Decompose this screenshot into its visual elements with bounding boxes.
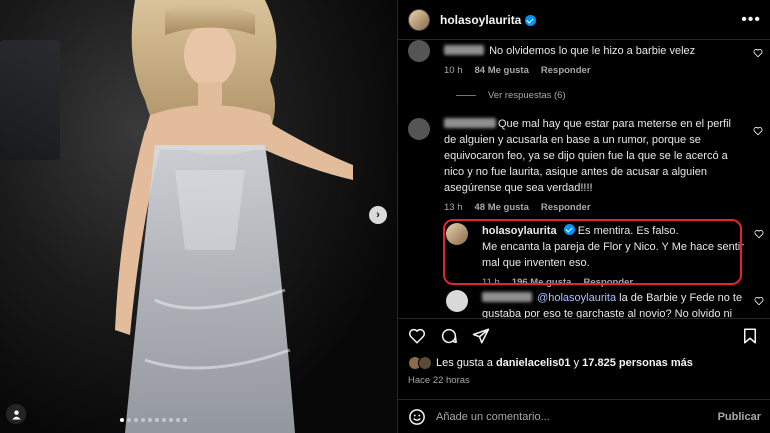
emoji-icon[interactable]: [408, 408, 426, 426]
carousel-indicator: [120, 418, 187, 422]
comment-likes[interactable]: 196 Me gusta: [512, 275, 572, 291]
reply-button[interactable]: Responder: [583, 275, 633, 291]
comment-meta: 13 h 48 Me gusta Responder: [444, 200, 745, 216]
blurred-username: [482, 292, 532, 302]
comment-body: @holasoylaurita la de Barbie y Fede no t…: [482, 290, 745, 318]
carousel-dot: [183, 418, 187, 422]
user-tag-icon: [11, 409, 21, 420]
comment-likes[interactable]: 84 Me gusta: [475, 63, 529, 79]
carousel-dot: [134, 418, 138, 422]
carousel-dot: [169, 418, 173, 422]
comments-panel: holasoylaurita ••• No olvidemos lo que l…: [397, 0, 770, 433]
comment-meta: 10 h 84 Me gusta Responder: [444, 63, 745, 79]
verified-icon: [525, 15, 537, 26]
mention-link[interactable]: @holasoylaurita: [537, 292, 616, 304]
save-icon[interactable]: [741, 327, 759, 345]
carousel-dot: [120, 418, 124, 422]
reply-line-1: Es mentira. Es falso.: [577, 225, 679, 237]
like-comment-heart-icon[interactable]: [753, 48, 763, 58]
woman-figure-illustration: [115, 0, 353, 433]
next-image-button[interactable]: ›: [369, 206, 387, 224]
post-photo[interactable]: ›: [0, 0, 397, 433]
likes-middle: y: [573, 357, 580, 369]
liker-avatars: [408, 356, 432, 370]
reply-line-2: Me encanta la pareja de Flor y Nico. Y M…: [482, 241, 744, 269]
comment-time: 11 h: [482, 277, 500, 288]
likes-count[interactable]: 17.825 personas más: [582, 357, 693, 369]
post-time: Hace 22 horas: [408, 375, 470, 386]
comment-icon[interactable]: [440, 327, 458, 345]
author-avatar[interactable]: [446, 223, 468, 245]
blurred-username: [444, 118, 496, 128]
like-comment-heart-icon[interactable]: [753, 126, 763, 136]
publish-button[interactable]: Publicar: [718, 411, 761, 423]
comment-body: holasoylaurita Es mentira. Es falso. Me …: [482, 223, 745, 291]
reply-button[interactable]: Responder: [541, 63, 591, 79]
likes-summary: Les gusta a danielacelis01 y 17.825 pers…: [408, 356, 693, 370]
comment-time: 10 h: [444, 65, 463, 76]
comment-likes[interactable]: 48 Me gusta: [475, 200, 529, 216]
heart-icon[interactable]: [408, 327, 426, 345]
comments-list: No olvidemos lo que le hizo a barbie vel…: [398, 40, 770, 318]
like-comment-heart-icon[interactable]: [754, 296, 764, 306]
blurred-username: [444, 45, 484, 55]
post-header: holasoylaurita •••: [398, 0, 770, 40]
author-avatar[interactable]: [408, 8, 430, 31]
action-icons: [408, 327, 490, 345]
liker-avatar[interactable]: [418, 356, 432, 370]
likes-prefix: Les gusta a: [436, 357, 493, 369]
comment-input[interactable]: Añade un comentario...: [436, 411, 718, 423]
comment-meta: 11 h 196 Me gusta Responder: [482, 275, 745, 291]
commenter-avatar[interactable]: [408, 118, 430, 140]
carousel-dot: [155, 418, 159, 422]
comment-body: Que mal hay que estar para meterse en el…: [444, 116, 745, 216]
carousel-dot: [162, 418, 166, 422]
carousel-dot: [141, 418, 145, 422]
reply-username[interactable]: holasoylaurita: [482, 225, 557, 237]
instagram-post-view: › holasoylaurita ••• No olvidemos lo que…: [0, 0, 770, 433]
verified-icon: [563, 224, 575, 235]
view-replies-button[interactable]: Ver respuestas (6): [456, 90, 566, 101]
carousel-dot: [148, 418, 152, 422]
comment-text: Que mal hay que estar para meterse en el…: [444, 118, 731, 194]
likes-user[interactable]: danielacelis01: [496, 357, 571, 369]
post-actions: Les gusta a danielacelis01 y 17.825 pers…: [398, 318, 770, 433]
comment-body: No olvidemos lo que le hizo a barbie vel…: [444, 43, 745, 79]
comment-time: 13 h: [444, 202, 463, 213]
reply-button[interactable]: Responder: [541, 200, 591, 216]
carousel-dot: [127, 418, 131, 422]
like-comment-heart-icon[interactable]: [754, 229, 764, 239]
user-tag-button[interactable]: [6, 404, 26, 424]
carousel-dot: [176, 418, 180, 422]
view-replies-label: Ver respuestas (6): [488, 90, 566, 101]
add-comment-bar: Añade un comentario... Publicar: [398, 399, 770, 433]
author-username[interactable]: holasoylaurita: [440, 13, 521, 27]
more-options-icon[interactable]: •••: [741, 11, 761, 29]
background-foliage: [0, 40, 60, 160]
comment-text: No olvidemos lo que le hizo a barbie vel…: [489, 45, 696, 57]
default-avatar-icon[interactable]: [446, 290, 468, 312]
commenter-avatar[interactable]: [408, 40, 430, 62]
chevron-right-icon: ›: [376, 209, 380, 221]
share-icon[interactable]: [472, 327, 490, 345]
replies-divider: [456, 95, 476, 96]
